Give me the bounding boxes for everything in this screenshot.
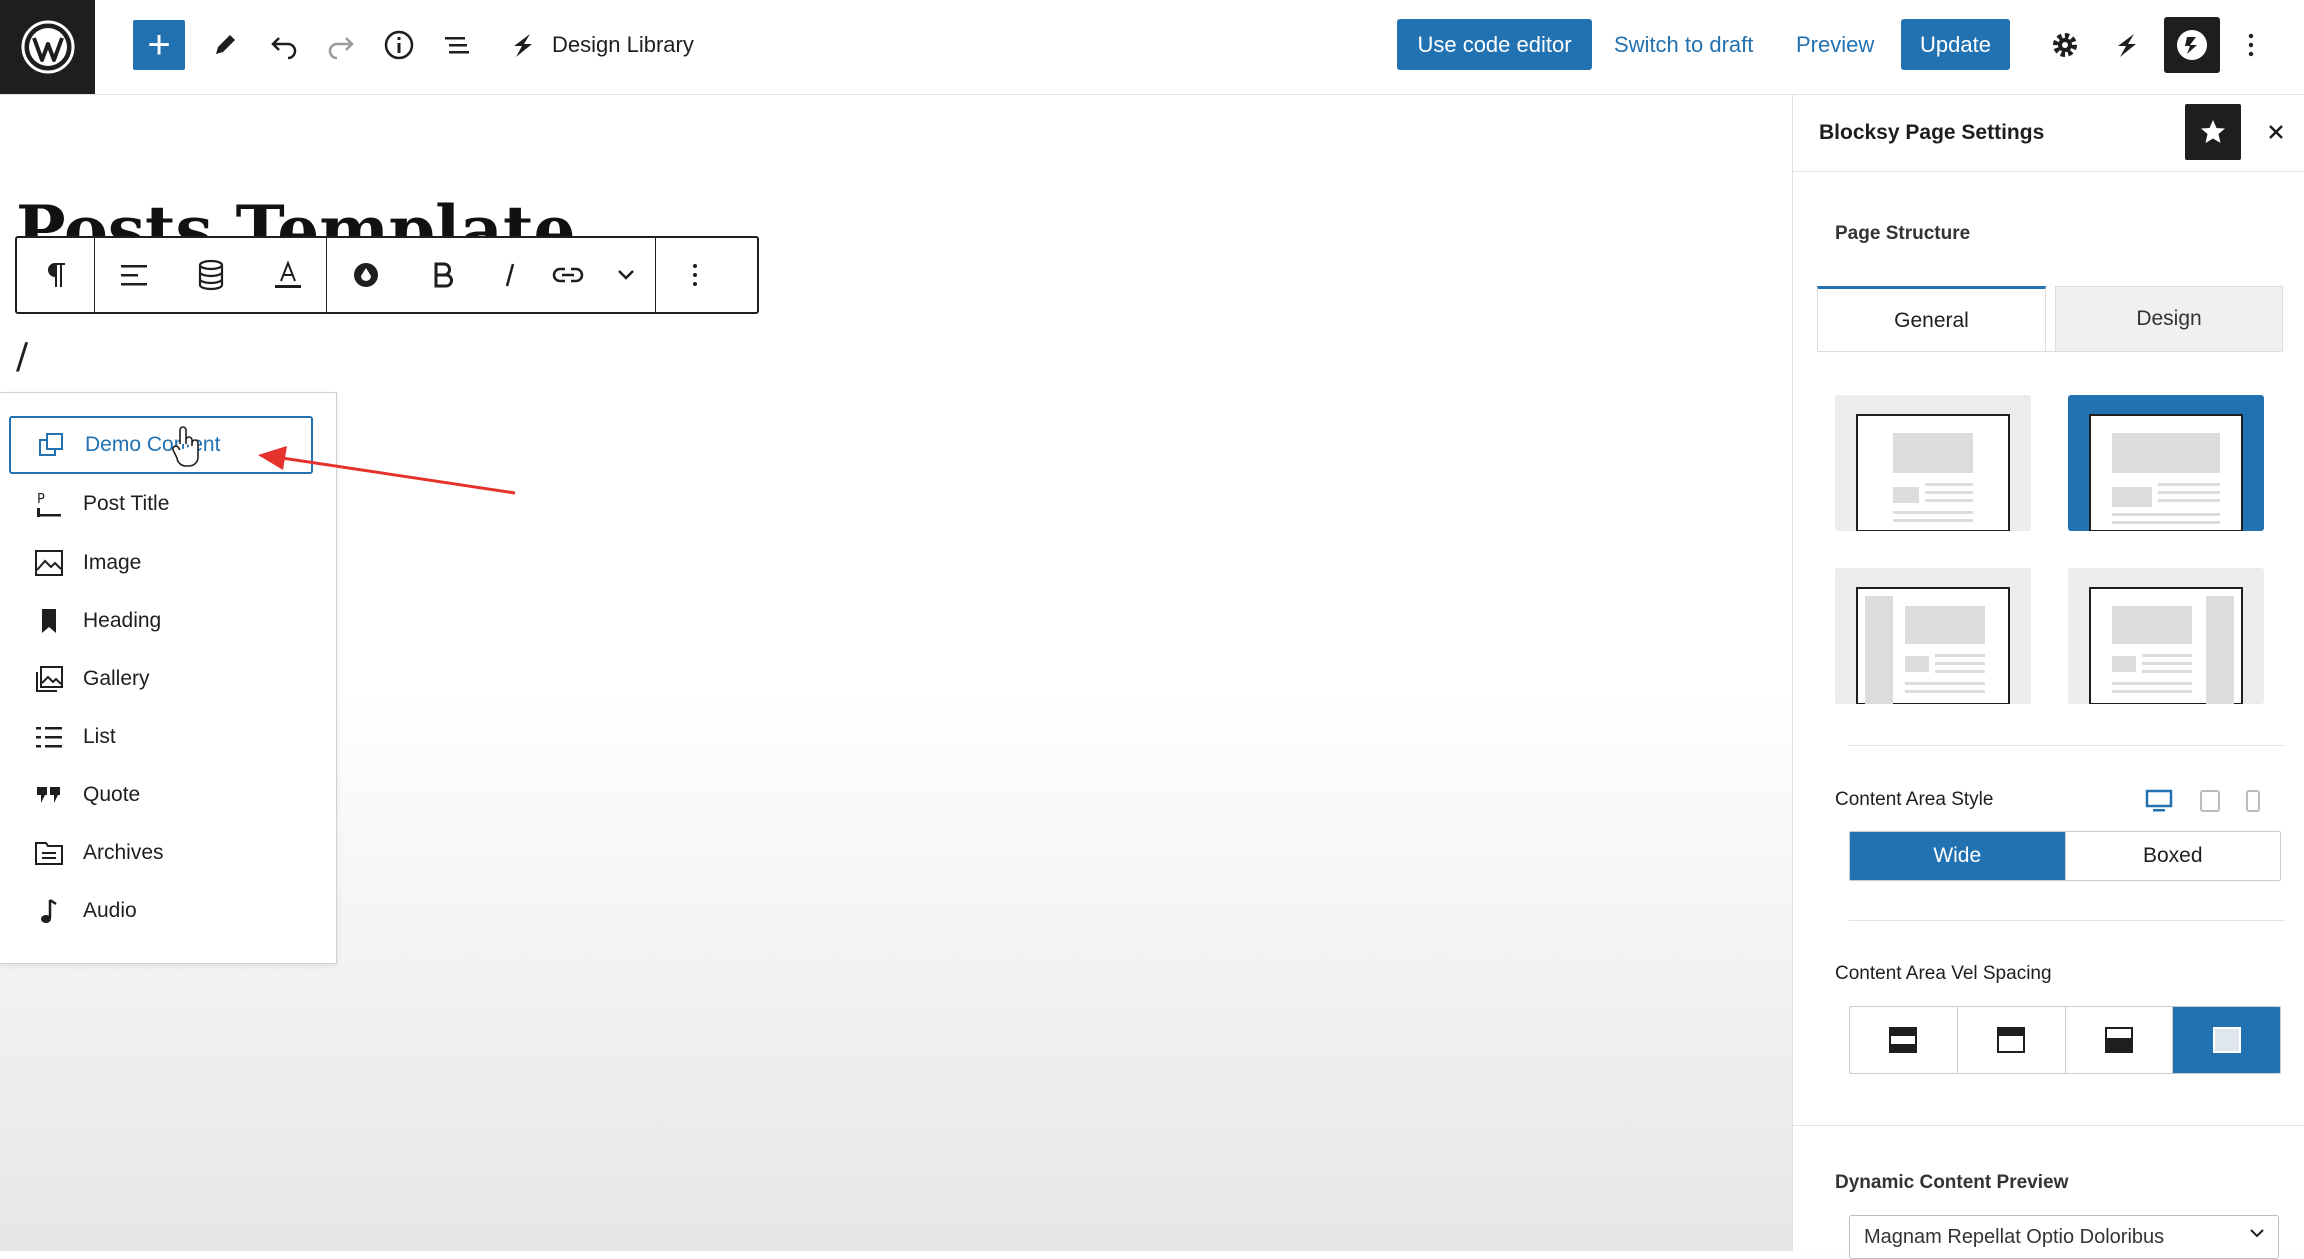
blocksy-icon [2177, 30, 2207, 60]
vertical-ellipsis-icon [692, 264, 697, 286]
close-sidebar-button[interactable] [2259, 115, 2293, 149]
vertical-ellipsis-icon [2248, 33, 2254, 57]
use-code-editor-button[interactable]: Use code editor [1397, 19, 1592, 70]
layout-no-sidebar-option[interactable] [1835, 395, 2031, 532]
tab-design[interactable]: Design [2055, 286, 2283, 352]
red-arrow-annotation [281, 456, 516, 495]
vertical-spacing-label: Content Area Vel Spacing [1835, 963, 2052, 984]
red-arrow-head [258, 446, 287, 470]
tab-general[interactable]: General [1817, 286, 2046, 352]
layout-boxed-icon [2089, 414, 2243, 532]
design-library-label: Design Library [552, 32, 694, 57]
star-icon [2201, 120, 2225, 143]
vertical-spacing-options [1849, 1006, 2281, 1074]
inserter-item-label: Image [83, 551, 142, 574]
inserter-item-label: Heading [83, 609, 162, 632]
boxed-option[interactable]: Boxed [2064, 832, 2280, 880]
inserter-item-quote[interactable]: Quote [9, 766, 313, 824]
toolbar-group-options [656, 238, 733, 312]
options-menu-button[interactable] [2228, 22, 2274, 68]
spacing-none-icon [2212, 1027, 2241, 1053]
settings-button[interactable] [2042, 22, 2088, 68]
quote-icon [31, 777, 67, 813]
layout-boxed-option[interactable] [2068, 395, 2264, 532]
tablet-icon[interactable] [2199, 789, 2221, 813]
spacing-top-icon [1997, 1027, 2026, 1053]
spacing-top-option[interactable] [1956, 1007, 2065, 1073]
inserter-item-label: Audio [83, 899, 137, 922]
spacing-none-option[interactable] [2172, 1007, 2280, 1073]
content-area-style-toggle: Wide Boxed [1849, 831, 2281, 881]
more-format-button[interactable] [597, 238, 655, 312]
wide-option[interactable]: Wide [1850, 832, 2065, 880]
dynamic-content-preview-value: Magnam Repellat Optio Doloribus [1864, 1225, 2165, 1248]
annotation-overlay [172, 426, 516, 495]
settings-sidebar: Blocksy Page Settings Page Structure Gen… [1792, 95, 2304, 1259]
sidebar-header: Blocksy Page Settings [1793, 95, 2304, 172]
desktop-icon[interactable] [2145, 789, 2173, 813]
spacing-bottom-icon [2104, 1027, 2133, 1053]
heading-icon [31, 603, 67, 639]
inserter-item-label: Archives [83, 841, 164, 864]
inserter-item-label: Gallery [83, 667, 150, 690]
section-divider [1849, 745, 2285, 746]
update-button[interactable]: Update [1901, 19, 2010, 70]
switch-to-draft-button[interactable]: Switch to draft [1614, 19, 1753, 70]
inserter-item-image[interactable]: Image [9, 534, 313, 592]
inserter-item-label: List [83, 725, 116, 748]
stackable-icon [2118, 34, 2136, 57]
block-options-button[interactable] [656, 238, 733, 312]
audio-icon [31, 893, 67, 929]
spacing-top-bottom-option[interactable] [1850, 1007, 1957, 1073]
hand-cursor-icon [172, 426, 199, 467]
archives-icon [31, 835, 67, 871]
preview-button[interactable]: Preview [1796, 19, 1874, 70]
inserter-item-label: Quote [83, 783, 141, 806]
page-structure-label: Page Structure [1835, 223, 1971, 244]
inserter-item-list[interactable]: List [9, 708, 313, 766]
dynamic-content-preview-label: Dynamic Content Preview [1835, 1172, 2069, 1193]
image-icon [31, 545, 67, 581]
spacing-top-bottom-icon [1889, 1027, 1918, 1053]
gallery-icon [31, 661, 67, 697]
list-icon [31, 719, 67, 755]
content-area-style-label: Content Area Style [1835, 789, 1994, 810]
sidebar-title: Blocksy Page Settings [1819, 121, 2045, 144]
spacing-bottom-option[interactable] [2064, 1007, 2173, 1073]
gear-icon [2053, 33, 2077, 57]
tabs-divider [1817, 351, 2283, 352]
layout-left-sidebar-option[interactable] [1835, 568, 2031, 705]
section-divider [1793, 1125, 2304, 1126]
layout-right-sidebar-option[interactable] [2068, 568, 2264, 705]
section-divider [1849, 920, 2285, 921]
dynamic-content-preview-select[interactable]: Magnam Repellat Optio Doloribus [1849, 1215, 2279, 1259]
layout-no-sidebar-icon [1856, 414, 2010, 532]
close-icon [2269, 125, 2283, 139]
pin-star-button[interactable] [2185, 104, 2241, 160]
blocksy-settings-button[interactable] [2164, 17, 2220, 73]
mobile-icon[interactable] [2245, 789, 2261, 813]
chevron-down-icon [2250, 1229, 2264, 1238]
inserter-item-audio[interactable]: Audio [9, 882, 313, 940]
layout-left-sidebar-icon [1856, 587, 2010, 705]
stackable-settings-button[interactable] [2104, 22, 2150, 68]
layout-right-sidebar-icon [2089, 587, 2243, 705]
inserter-item-archives[interactable]: Archives [9, 824, 313, 882]
inserter-item-heading[interactable]: Heading [9, 592, 313, 650]
inserter-item-gallery[interactable]: Gallery [9, 650, 313, 708]
sidebar-tabs: General Design [1817, 286, 2283, 352]
chevron-down-icon [618, 270, 634, 280]
